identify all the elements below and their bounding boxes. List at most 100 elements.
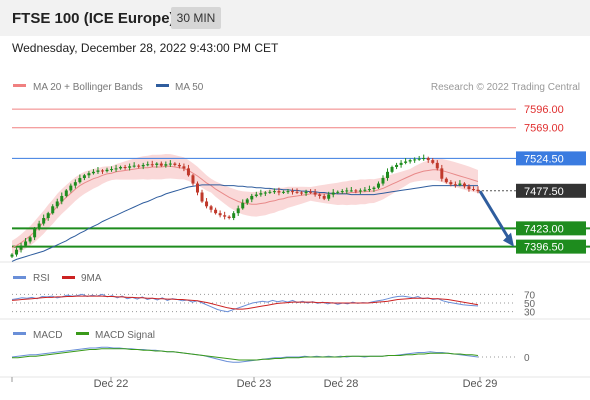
legend-macd: MACD	[33, 330, 62, 341]
candle-body	[349, 190, 353, 192]
candle-body	[476, 189, 480, 192]
candle-body	[218, 213, 222, 216]
legend-9ma: 9MA	[81, 273, 102, 284]
candle-body	[263, 192, 267, 194]
candle-body	[449, 182, 453, 185]
forecast-arrow-shaft	[478, 190, 512, 242]
candle-body	[327, 194, 331, 199]
candle-body	[159, 163, 163, 166]
candle-body	[28, 237, 32, 242]
candle-body	[214, 209, 218, 214]
candle-body	[64, 190, 68, 196]
level-label: 7596.00	[524, 104, 564, 116]
candle-body	[146, 164, 150, 166]
candle-body	[155, 163, 159, 165]
candle-body	[272, 191, 276, 193]
level-label: 7569.00	[524, 123, 564, 135]
candle-body	[209, 206, 213, 210]
candle-body	[110, 169, 114, 171]
chart-credit: Research © 2022 Trading Central	[431, 82, 580, 93]
candle-body	[281, 191, 285, 193]
candle-body	[309, 191, 313, 193]
legend-swatch-macd-signal	[76, 332, 89, 335]
candle-body	[55, 201, 59, 207]
candle-body	[295, 191, 299, 193]
level-label: 7423.00	[524, 223, 564, 235]
candle-body	[422, 158, 426, 160]
rsi-tick-label: 30	[524, 308, 536, 319]
candle-body	[37, 223, 41, 230]
level-label: 7477.50	[524, 186, 564, 198]
candle-body	[46, 213, 50, 219]
candle-body	[471, 189, 475, 191]
forecast-arrow-head	[503, 232, 514, 247]
candle-body	[78, 178, 82, 183]
candle-body	[195, 183, 199, 193]
legend-swatch-rsi	[13, 276, 26, 279]
candle-body	[105, 169, 109, 172]
x-axis-label: Dec 22	[94, 378, 129, 390]
candle-body	[453, 184, 457, 186]
candle-body	[462, 183, 466, 187]
x-axis-label: Dec 23	[237, 378, 272, 390]
candle-body	[114, 168, 118, 170]
legend-swatch-ma50	[156, 84, 169, 87]
candle-body	[42, 218, 46, 224]
candle-body	[304, 191, 308, 194]
candle-body	[386, 171, 390, 179]
candle-body	[404, 161, 408, 163]
candle-body	[132, 165, 136, 167]
legend-ma20: MA 20 + Bollinger Bands	[33, 82, 143, 93]
candle-body	[227, 216, 231, 219]
macd-signal-line	[12, 348, 479, 361]
candle-body	[399, 162, 403, 165]
candle-body	[431, 160, 435, 163]
candle-body	[413, 159, 417, 161]
candle-body	[277, 191, 281, 193]
candle-body	[372, 187, 376, 190]
candle-body	[200, 192, 204, 202]
legend-swatch-9ma	[62, 276, 75, 279]
candle-body	[345, 190, 349, 192]
candle-body	[168, 163, 172, 165]
candle-body	[137, 165, 141, 167]
candle-body	[150, 164, 154, 166]
candle-body	[313, 192, 317, 195]
candle-body	[60, 195, 64, 202]
candle-body	[33, 229, 37, 238]
legend-ma50: MA 50	[175, 82, 204, 93]
candle-body	[119, 167, 123, 169]
candle-body	[291, 191, 295, 193]
candle-body	[182, 166, 186, 169]
x-axis-label: Dec 29	[463, 378, 498, 390]
candle-body	[363, 189, 367, 191]
candle-body	[91, 171, 95, 174]
candle-body	[440, 168, 444, 179]
candle-body	[444, 178, 448, 183]
candle-body	[164, 164, 168, 166]
candle-body	[19, 245, 23, 250]
candle-body	[128, 166, 132, 168]
candle-body	[259, 193, 263, 195]
candle-body	[336, 191, 340, 193]
candle-body	[300, 192, 304, 194]
x-axis-label: Dec 28	[324, 378, 359, 390]
candle-body	[268, 191, 272, 193]
candle-body	[340, 191, 344, 193]
candle-body	[435, 162, 439, 169]
candle-body	[191, 175, 195, 184]
candle-body	[458, 183, 462, 185]
candle-body	[381, 178, 385, 184]
candle-body	[87, 173, 91, 176]
candle-body	[331, 192, 335, 195]
candle-body	[15, 249, 19, 255]
candle-body	[322, 195, 326, 199]
candle-body	[186, 168, 190, 176]
legend-swatch-macd	[13, 332, 26, 335]
candle-body	[205, 201, 209, 207]
candle-body	[254, 194, 258, 196]
candle-body	[223, 215, 227, 217]
level-label: 7396.50	[524, 242, 564, 254]
candle-body	[51, 206, 55, 214]
candle-body	[10, 254, 14, 257]
